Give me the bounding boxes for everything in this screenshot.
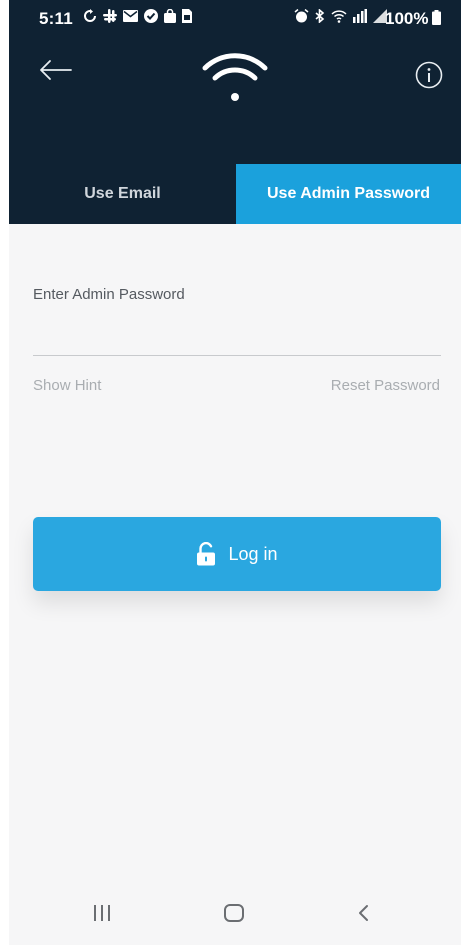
battery-percentage: 100% — [385, 9, 429, 28]
sync-icon — [84, 9, 96, 22]
bluetooth-icon — [315, 9, 325, 23]
mail-icon — [123, 10, 138, 22]
tab-use-admin-password[interactable]: Use Admin Password — [236, 164, 461, 224]
notification-icons — [83, 9, 192, 23]
alarm-icon — [294, 9, 309, 23]
bag-icon — [164, 9, 176, 23]
battery-icon — [432, 10, 441, 25]
status-bar: 5:11 100% — [9, 0, 461, 36]
back-button[interactable] — [31, 50, 75, 90]
header: Use Email Use Admin Password — [9, 36, 461, 224]
system-icons — [294, 9, 387, 23]
unlock-icon — [197, 542, 216, 566]
info-button[interactable] — [414, 60, 444, 90]
back-icon[interactable] — [356, 904, 372, 922]
reset-password-link[interactable]: Reset Password — [331, 377, 440, 394]
status-time: 5:11 — [39, 9, 73, 28]
navigation-bar — [9, 880, 461, 945]
phone-screen: 5:11 100% Use Email Use Admin Password E… — [9, 0, 461, 945]
login-label: Log in — [228, 543, 278, 564]
tab-use-email[interactable]: Use Email — [9, 164, 236, 224]
arrow-left-icon — [40, 60, 72, 80]
home-icon[interactable] — [223, 903, 245, 923]
show-hint-link[interactable]: Show Hint — [33, 377, 101, 394]
login-button[interactable]: Log in — [33, 517, 441, 591]
wifi-calling-icon — [331, 10, 347, 23]
admin-password-label: Enter Admin Password — [33, 286, 185, 303]
slack-icon — [103, 9, 117, 23]
sim-icon — [182, 9, 192, 23]
lte-signal-icon — [353, 9, 367, 23]
info-icon — [415, 61, 443, 89]
admin-password-input[interactable] — [33, 310, 441, 356]
wifi-icon — [202, 53, 268, 101]
check-circle-icon — [144, 9, 158, 23]
recent-apps-icon[interactable] — [91, 904, 113, 922]
